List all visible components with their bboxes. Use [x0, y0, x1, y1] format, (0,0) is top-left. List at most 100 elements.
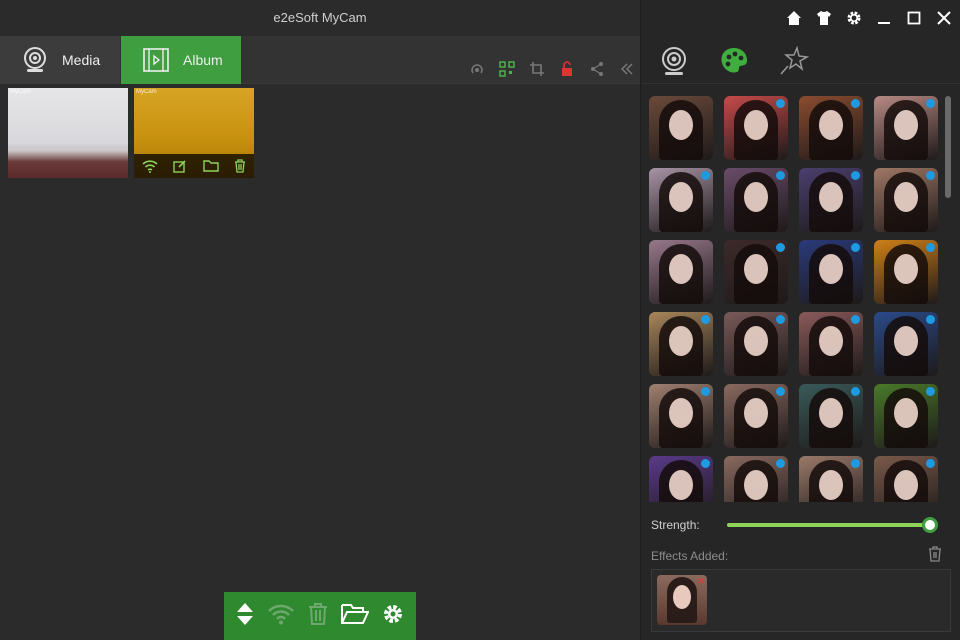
tab-media[interactable]: Media: [0, 36, 120, 84]
effect-preview-face: [819, 398, 843, 428]
added-effect-thumbnail[interactable]: ✕: [657, 575, 707, 625]
thumbnail-actions: [134, 154, 254, 178]
effect-preview-face: [744, 182, 768, 212]
effect-preview-face: [669, 254, 693, 284]
effect-preview-face: [744, 398, 768, 428]
window-title: e2eSoft MyCam: [273, 10, 367, 25]
effect-preview-face: [744, 254, 768, 284]
effect-preset[interactable]: [724, 96, 788, 160]
effect-preview-face: [894, 326, 918, 356]
effect-indicator-dot: [851, 243, 860, 252]
effect-preset[interactable]: [724, 456, 788, 502]
tab-album-label: Album: [183, 52, 223, 68]
effect-preset[interactable]: [724, 168, 788, 232]
effect-preset[interactable]: [724, 240, 788, 304]
effect-preview-face: [669, 398, 693, 428]
effect-preset[interactable]: [649, 384, 713, 448]
folder-open-icon[interactable]: [340, 603, 370, 630]
effect-preview-face: [819, 326, 843, 356]
strength-slider[interactable]: [727, 523, 933, 527]
effect-preset[interactable]: [799, 312, 863, 376]
effect-preset[interactable]: [649, 168, 713, 232]
strength-slider-knob[interactable]: [922, 517, 938, 533]
sparkle-icon[interactable]: [777, 44, 811, 78]
effect-indicator-dot: [926, 243, 935, 252]
gear-icon[interactable]: [382, 603, 404, 630]
maximize-icon[interactable]: [906, 10, 922, 26]
qr-code-icon[interactable]: [498, 60, 516, 78]
effect-preview-face: [819, 254, 843, 284]
share-icon[interactable]: [588, 60, 606, 78]
strength-label: Strength:: [651, 518, 700, 532]
effect-preset[interactable]: [724, 312, 788, 376]
effects-scrollbar[interactable]: [945, 96, 951, 198]
effects-tabs: [641, 40, 960, 84]
camera-icon[interactable]: [657, 44, 691, 78]
effect-preset[interactable]: [724, 384, 788, 448]
folder-icon[interactable]: [203, 159, 219, 173]
effect-preset[interactable]: [799, 384, 863, 448]
sort-icon[interactable]: [236, 602, 254, 631]
effect-indicator-dot: [701, 171, 710, 180]
effect-indicator-dot: [701, 387, 710, 396]
tab-album[interactable]: Album: [121, 36, 241, 84]
effect-preset[interactable]: [799, 168, 863, 232]
effect-preview-face: [744, 110, 768, 140]
trash-icon[interactable]: [234, 159, 246, 173]
effect-preset[interactable]: [874, 312, 938, 376]
minimize-icon[interactable]: [876, 10, 892, 26]
effect-preset[interactable]: [799, 96, 863, 160]
effect-indicator-dot: [776, 315, 785, 324]
album-thumbnail-selected[interactable]: MyCam: [134, 88, 254, 178]
trash-icon[interactable]: [308, 602, 328, 631]
effect-preset[interactable]: [649, 96, 713, 160]
edit-icon[interactable]: [173, 159, 187, 173]
effect-preview-face: [894, 398, 918, 428]
effects-added-label: Effects Added:: [651, 549, 729, 563]
collapse-icon[interactable]: [618, 60, 636, 78]
effect-preview-face: [894, 110, 918, 140]
effect-preview-face: [894, 470, 918, 500]
effect-preset[interactable]: [649, 456, 713, 502]
effect-indicator-dot: [926, 387, 935, 396]
tab-media-label: Media: [62, 52, 101, 68]
effect-indicator-dot: [851, 99, 860, 108]
unlock-icon[interactable]: [558, 60, 576, 78]
effect-preview-face: [744, 470, 768, 500]
webcam-icon: [24, 47, 46, 72]
effect-preset[interactable]: [649, 312, 713, 376]
effect-preview-face: [819, 470, 843, 500]
effect-preview-face: [669, 470, 693, 500]
trash-icon[interactable]: [928, 546, 942, 567]
tshirt-icon[interactable]: [816, 10, 832, 26]
wifi-icon[interactable]: [142, 159, 158, 173]
close-icon[interactable]: [936, 10, 952, 26]
thumbnail-watermark: MyCam: [10, 89, 31, 95]
effect-preview-face: [819, 182, 843, 212]
effect-indicator-dot: [851, 315, 860, 324]
effect-indicator-dot: [926, 99, 935, 108]
broadcast-icon[interactable]: [468, 60, 486, 78]
effect-indicator-dot: [776, 99, 785, 108]
wifi-icon[interactable]: [267, 603, 295, 630]
crop-icon[interactable]: [528, 60, 546, 78]
remove-effect-icon[interactable]: ✕: [697, 576, 705, 587]
effect-preset[interactable]: [649, 240, 713, 304]
effect-preset[interactable]: [874, 456, 938, 502]
effect-preset[interactable]: [874, 168, 938, 232]
palette-icon[interactable]: [717, 44, 751, 78]
effect-preset[interactable]: [874, 384, 938, 448]
effect-preset[interactable]: [874, 96, 938, 160]
effect-indicator-dot: [776, 459, 785, 468]
effect-indicator-dot: [851, 387, 860, 396]
effect-preset[interactable]: [799, 240, 863, 304]
effect-preview-face: [894, 182, 918, 212]
effect-preset[interactable]: [799, 456, 863, 502]
gear-icon[interactable]: [846, 10, 862, 26]
album-thumbnail[interactable]: MyCam: [8, 88, 128, 178]
effect-preview-face: [894, 254, 918, 284]
effect-indicator-dot: [851, 171, 860, 180]
effects-added-list: ✕: [651, 569, 951, 632]
home-icon[interactable]: [786, 10, 802, 26]
effect-preset[interactable]: [874, 240, 938, 304]
